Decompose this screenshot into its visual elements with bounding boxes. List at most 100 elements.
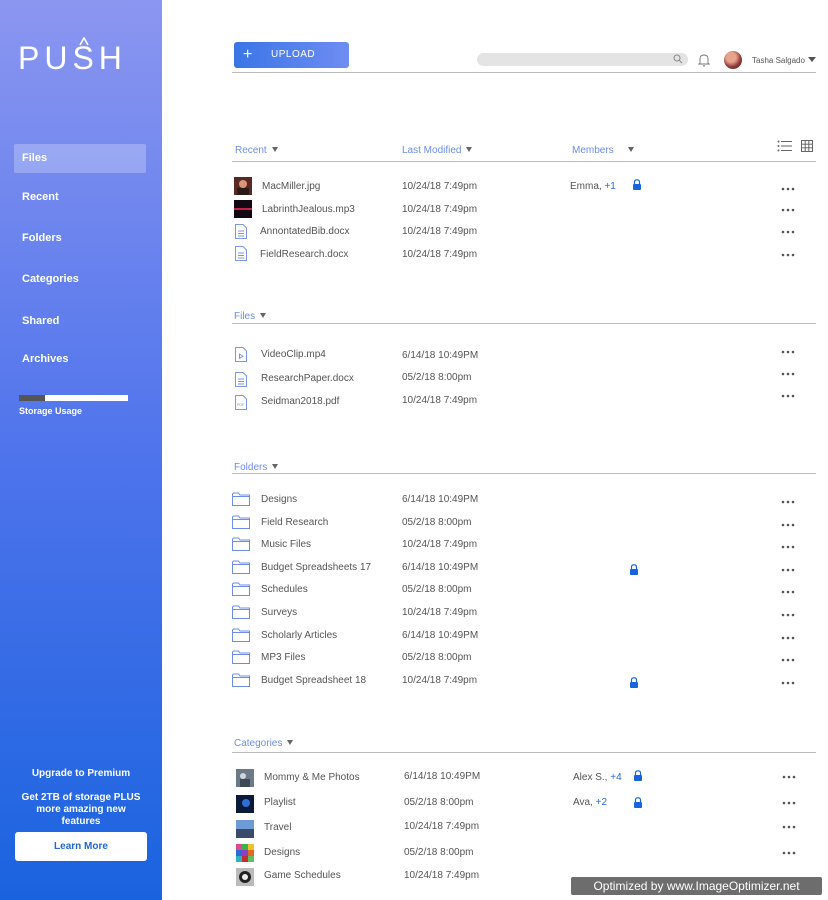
chevron-down-icon[interactable] bbox=[808, 57, 816, 62]
sidebar-item-recent[interactable]: Recent bbox=[14, 183, 146, 212]
sidebar-item-archives[interactable]: Archives bbox=[14, 345, 146, 374]
lock-icon bbox=[634, 770, 642, 781]
more-options-icon[interactable] bbox=[781, 613, 795, 617]
row-name: Designs bbox=[261, 494, 298, 505]
member-count[interactable]: +1 bbox=[604, 181, 615, 192]
more-options-icon[interactable] bbox=[781, 545, 795, 549]
member-names: Alex S., bbox=[573, 772, 611, 783]
row-date: 10/24/18 7:49pm bbox=[402, 204, 478, 215]
row-date: 10/24/18 7:49pm bbox=[404, 870, 480, 881]
more-options-icon[interactable] bbox=[781, 568, 795, 572]
list-view-icon[interactable] bbox=[777, 140, 792, 152]
document-icon bbox=[235, 372, 247, 387]
sidebar-item-folders[interactable]: Folders bbox=[14, 224, 146, 253]
more-options-icon[interactable] bbox=[781, 208, 795, 212]
row-name: FieldResearch.docx bbox=[260, 249, 349, 260]
section-header-categories[interactable]: Categories bbox=[234, 738, 294, 749]
caret-down-icon bbox=[287, 740, 294, 745]
folder-icon bbox=[232, 628, 250, 642]
more-options-icon[interactable] bbox=[782, 851, 796, 855]
more-options-icon[interactable] bbox=[781, 590, 795, 594]
section-header-files[interactable]: Files bbox=[234, 311, 267, 322]
divider bbox=[232, 752, 816, 753]
row-date: 05/2/18 8:00pm bbox=[402, 372, 472, 383]
lock-icon bbox=[630, 677, 638, 688]
document-icon bbox=[235, 246, 247, 261]
bell-icon[interactable] bbox=[698, 53, 710, 67]
caret-down-icon bbox=[466, 147, 473, 152]
row-date: 05/2/18 8:00pm bbox=[404, 797, 474, 808]
row-members: Emma, +1 bbox=[570, 181, 616, 192]
divider bbox=[232, 72, 816, 73]
row-name: Game Schedules bbox=[264, 870, 341, 881]
more-options-icon[interactable] bbox=[782, 825, 796, 829]
more-options-icon[interactable] bbox=[782, 801, 796, 805]
row-name: MacMiller.jpg bbox=[262, 181, 321, 192]
row-members: Ava, +2 bbox=[573, 797, 607, 808]
row-name: MP3 Files bbox=[261, 652, 306, 663]
section-header-label: Categories bbox=[234, 738, 283, 749]
column-header-last-modified[interactable]: Last Modified bbox=[402, 145, 473, 156]
sidebar-item-label: Recent bbox=[22, 191, 59, 203]
caret-down-icon bbox=[627, 147, 634, 152]
more-options-icon[interactable] bbox=[781, 253, 795, 257]
plus-icon: + bbox=[243, 46, 253, 63]
user-name[interactable]: Tasha Salgado bbox=[752, 56, 805, 65]
category-thumb-icon bbox=[236, 795, 254, 813]
grid-view-icon[interactable] bbox=[801, 140, 813, 152]
avatar[interactable] bbox=[724, 51, 742, 69]
folder-icon bbox=[232, 650, 250, 664]
image-thumb-icon bbox=[234, 177, 252, 195]
audio-thumb-icon bbox=[234, 200, 252, 218]
section-header-folders[interactable]: Folders bbox=[234, 462, 279, 473]
sidebar-item-label: Archives bbox=[22, 353, 69, 365]
category-thumb-icon bbox=[236, 820, 254, 838]
category-thumb-icon bbox=[236, 868, 254, 886]
row-date: 05/2/18 8:00pm bbox=[402, 652, 472, 663]
caret-down-icon bbox=[272, 464, 279, 469]
more-options-icon[interactable] bbox=[781, 523, 795, 527]
more-options-icon[interactable] bbox=[781, 230, 795, 234]
more-options-icon[interactable] bbox=[781, 658, 795, 662]
row-date: 10/24/18 7:49pm bbox=[402, 539, 478, 550]
sidebar-item-label: Folders bbox=[22, 232, 62, 244]
learn-more-button[interactable]: Learn More bbox=[15, 832, 147, 861]
upload-button[interactable]: + UPLOAD bbox=[234, 42, 349, 68]
folder-icon bbox=[232, 582, 250, 596]
storage-usage-fill bbox=[19, 395, 46, 401]
member-count[interactable]: +4 bbox=[610, 772, 621, 783]
caret-down-icon bbox=[271, 147, 278, 152]
more-options-icon[interactable] bbox=[781, 636, 795, 640]
section-header-label: Files bbox=[234, 311, 256, 322]
row-name: Budget Spreadsheet 18 bbox=[261, 675, 367, 686]
more-options-icon[interactable] bbox=[781, 500, 795, 504]
folder-icon bbox=[232, 673, 250, 687]
member-count[interactable]: +2 bbox=[596, 797, 607, 808]
more-options-icon[interactable] bbox=[781, 394, 795, 398]
column-header-recent[interactable]: Recent bbox=[235, 145, 278, 156]
row-date: 6/14/18 10:49PM bbox=[404, 771, 481, 782]
more-options-icon[interactable] bbox=[781, 187, 795, 191]
sidebar-item-categories[interactable]: Categories bbox=[14, 265, 146, 294]
lock-icon bbox=[634, 797, 642, 808]
sidebar-item-files[interactable]: Files bbox=[14, 144, 146, 173]
lock-icon bbox=[630, 564, 638, 575]
row-date: 05/2/18 8:00pm bbox=[402, 517, 472, 528]
more-options-icon[interactable] bbox=[781, 350, 795, 354]
more-options-icon[interactable] bbox=[781, 372, 795, 376]
search-icon[interactable] bbox=[673, 54, 683, 64]
row-name: Playlist bbox=[264, 797, 296, 808]
caret-down-icon bbox=[260, 313, 267, 318]
column-header-members[interactable]: Members bbox=[572, 145, 634, 156]
sidebar-item-label: Files bbox=[22, 152, 48, 164]
folder-icon bbox=[232, 515, 250, 529]
more-options-icon[interactable] bbox=[782, 775, 796, 779]
folder-icon bbox=[232, 492, 250, 506]
search-input[interactable] bbox=[477, 53, 688, 66]
sidebar-item-shared[interactable]: Shared bbox=[14, 307, 146, 336]
row-name: Seidman2018.pdf bbox=[261, 396, 340, 407]
row-date: 10/24/18 7:49pm bbox=[402, 607, 478, 618]
more-options-icon[interactable] bbox=[781, 681, 795, 685]
row-name: Scholarly Articles bbox=[261, 630, 338, 641]
category-thumb-icon bbox=[236, 844, 254, 862]
